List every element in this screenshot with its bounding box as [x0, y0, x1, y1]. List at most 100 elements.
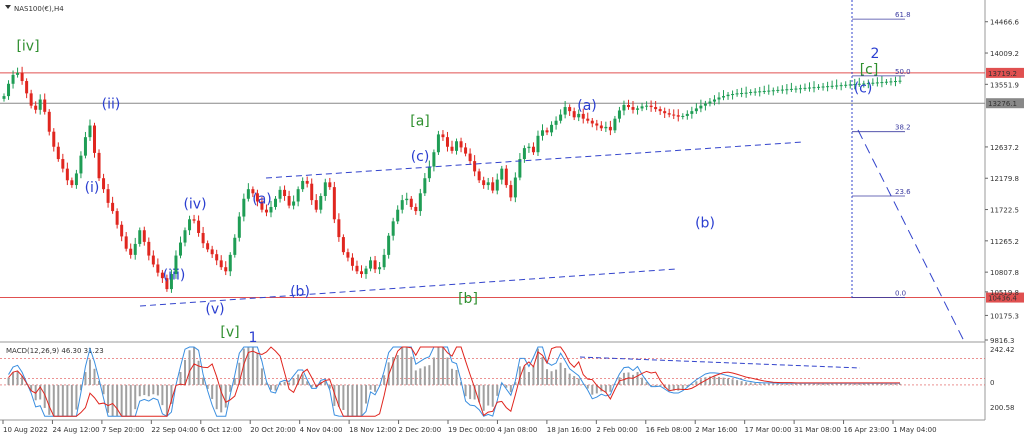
candle-body-83: [378, 267, 382, 270]
time-tick-10: 4 Jan 08:00: [497, 426, 537, 434]
fib-label-4: 0.0: [895, 290, 906, 298]
candle-body-105: [477, 171, 481, 181]
time-tick-5: 20 Oct 20:00: [250, 426, 296, 434]
candle-body-133: [604, 126, 608, 129]
wave-label-17: 2: [871, 46, 880, 62]
candle-body-121: [550, 124, 554, 133]
candle-body-32: [147, 241, 151, 256]
candle-body-93: [423, 178, 427, 194]
candle-body-94: [427, 166, 431, 179]
candle-body-54: [246, 189, 250, 199]
candle-body-182: [826, 86, 830, 88]
candle-body-132: [599, 125, 603, 129]
time-tick-18: 1 May 04:00: [893, 426, 937, 434]
candle-body-144: [654, 107, 658, 110]
candle-body-123: [559, 114, 563, 121]
candle-body-159: [722, 96, 726, 98]
candle-body-46: [210, 249, 214, 255]
candle-body-181: [821, 86, 825, 88]
candle-body-167: [758, 91, 762, 93]
candle-body-10: [47, 111, 51, 132]
candle-body-95: [432, 152, 436, 167]
candle-body-27: [124, 236, 128, 249]
candle-body-184: [835, 85, 839, 87]
candle-body-110: [500, 168, 504, 180]
candle-body-79: [359, 271, 363, 275]
candle-body-137: [622, 104, 626, 111]
candle-body-100: [455, 141, 459, 151]
price-tick-6: 11722.5: [990, 207, 1019, 215]
candle-body-40: [183, 230, 187, 243]
wave-label-1: (ii): [102, 96, 121, 112]
candle-body-16: [74, 173, 78, 186]
candle-body-156: [708, 101, 712, 104]
price-tick-0: 14466.6: [990, 19, 1019, 27]
fib-label-3: 23.6: [895, 188, 911, 196]
candle-body-45: [206, 243, 210, 250]
wave-label-11: (c): [411, 149, 430, 165]
time-tick-15: 17 Mar 00:00: [745, 426, 792, 434]
candle-body-23: [106, 189, 110, 203]
candle-body-41: [188, 219, 192, 231]
time-tick-12: 2 Feb 00:00: [596, 426, 637, 434]
candle-body-158: [717, 97, 721, 100]
candle-body-117: [531, 146, 535, 153]
wave-label-9: (b): [290, 284, 310, 300]
candle-body-143: [649, 105, 653, 108]
level-badge-text-1: 13276.1: [988, 100, 1017, 108]
candle-body-42: [192, 219, 196, 221]
candle-body-122: [554, 120, 558, 125]
wave-label-2: (i): [85, 180, 100, 196]
candle-body-53: [242, 198, 246, 217]
price-tick-5: 12179.8: [990, 175, 1019, 183]
macd-tick-0: 242.42: [990, 346, 1015, 354]
candle-body-183: [830, 85, 834, 87]
candle-body-84: [382, 254, 386, 268]
candle-body-61: [278, 189, 282, 199]
candle-body-101: [459, 141, 463, 148]
candle-body-193: [875, 82, 879, 84]
candle-body-74: [337, 219, 341, 238]
candle-body-108: [491, 182, 495, 191]
candle-body-172: [780, 89, 784, 91]
price-tick-11: 9816.3: [990, 337, 1015, 345]
candle-body-24: [111, 202, 115, 212]
candle-body-131: [595, 123, 599, 126]
candle-body-43: [197, 220, 201, 233]
time-tick-9: 19 Dec 00:00: [448, 426, 495, 434]
candle-body-97: [441, 134, 445, 138]
wave-label-13: (a): [577, 98, 597, 114]
candle-body-124: [563, 107, 567, 115]
candle-body-87: [396, 209, 400, 222]
chart-stage: 13719.2 13276.1 10436.4 61.8 50.0 38.2 23.6 0.…: [0, 0, 1024, 441]
candle-body-109: [495, 179, 499, 191]
candle-body-51: [233, 237, 237, 255]
candle-body-112: [509, 185, 513, 198]
candle-body-26: [120, 224, 124, 237]
candle-body-91: [414, 206, 418, 212]
candle-body-1: [7, 83, 11, 97]
candle-body-48: [219, 260, 223, 268]
candle-body-78: [355, 265, 359, 272]
candle-body-11: [52, 131, 56, 147]
candle-body-58: [264, 209, 268, 213]
candle-body-39: [178, 242, 182, 256]
candle-body-66: [301, 180, 305, 190]
candle-body-178: [807, 87, 811, 89]
candle-body-67: [305, 180, 309, 184]
candle-body-60: [274, 198, 278, 207]
candle-body-18: [83, 137, 87, 156]
candle-body-68: [310, 183, 314, 201]
candle-body-135: [613, 118, 617, 131]
candle-body-71: [323, 182, 327, 197]
candle-body-166: [753, 91, 757, 93]
candle-body-169: [767, 90, 771, 92]
candle-body-151: [685, 113, 689, 116]
candle-body-162: [735, 93, 739, 95]
fib-label-0: 61.8: [895, 11, 911, 19]
candle-body-136: [617, 110, 621, 119]
candle-body-7: [34, 105, 38, 110]
candle-body-86: [391, 221, 395, 236]
time-tick-2: 7 Sep 20:00: [102, 426, 144, 434]
wave-label-14: (b): [695, 216, 715, 232]
